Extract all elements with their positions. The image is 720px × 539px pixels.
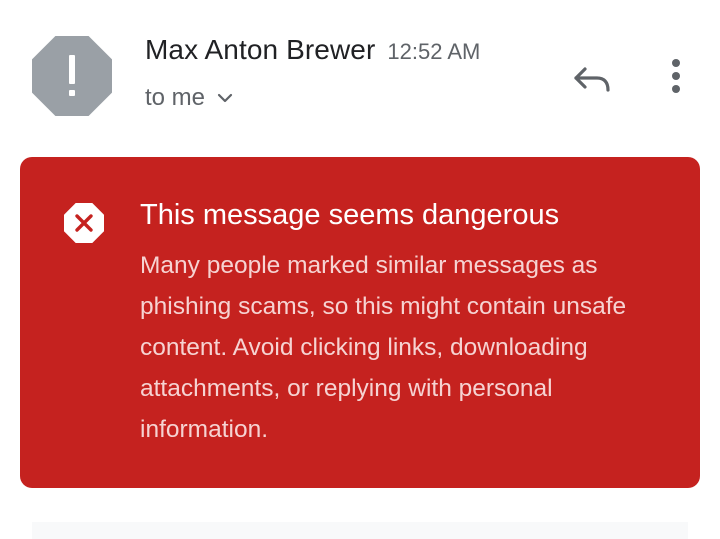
- error-x-icon: [64, 203, 104, 243]
- sender-row: Max Anton Brewer 12:52 AM: [145, 34, 480, 66]
- more-options-button[interactable]: [652, 52, 700, 100]
- exclamation-octagon-icon: [32, 36, 112, 116]
- warning-title: This message seems dangerous: [140, 199, 560, 231]
- phishing-warning-banner: This message seems dangerous Many people…: [20, 157, 700, 488]
- reply-button[interactable]: [568, 56, 616, 104]
- sender-name[interactable]: Max Anton Brewer: [145, 34, 375, 66]
- reply-icon: [574, 67, 610, 92]
- recipient-details-toggle[interactable]: to me: [145, 84, 233, 112]
- warning-message: Many people marked similar messages as p…: [140, 252, 627, 443]
- sender-avatar[interactable]: [32, 36, 112, 116]
- recipient-label: to me: [145, 84, 206, 111]
- message-body-area: [32, 522, 688, 539]
- message-time: 12:52 AM: [387, 39, 481, 64]
- more-vert-icon: [672, 59, 680, 93]
- chevron-down-icon: [217, 93, 233, 103]
